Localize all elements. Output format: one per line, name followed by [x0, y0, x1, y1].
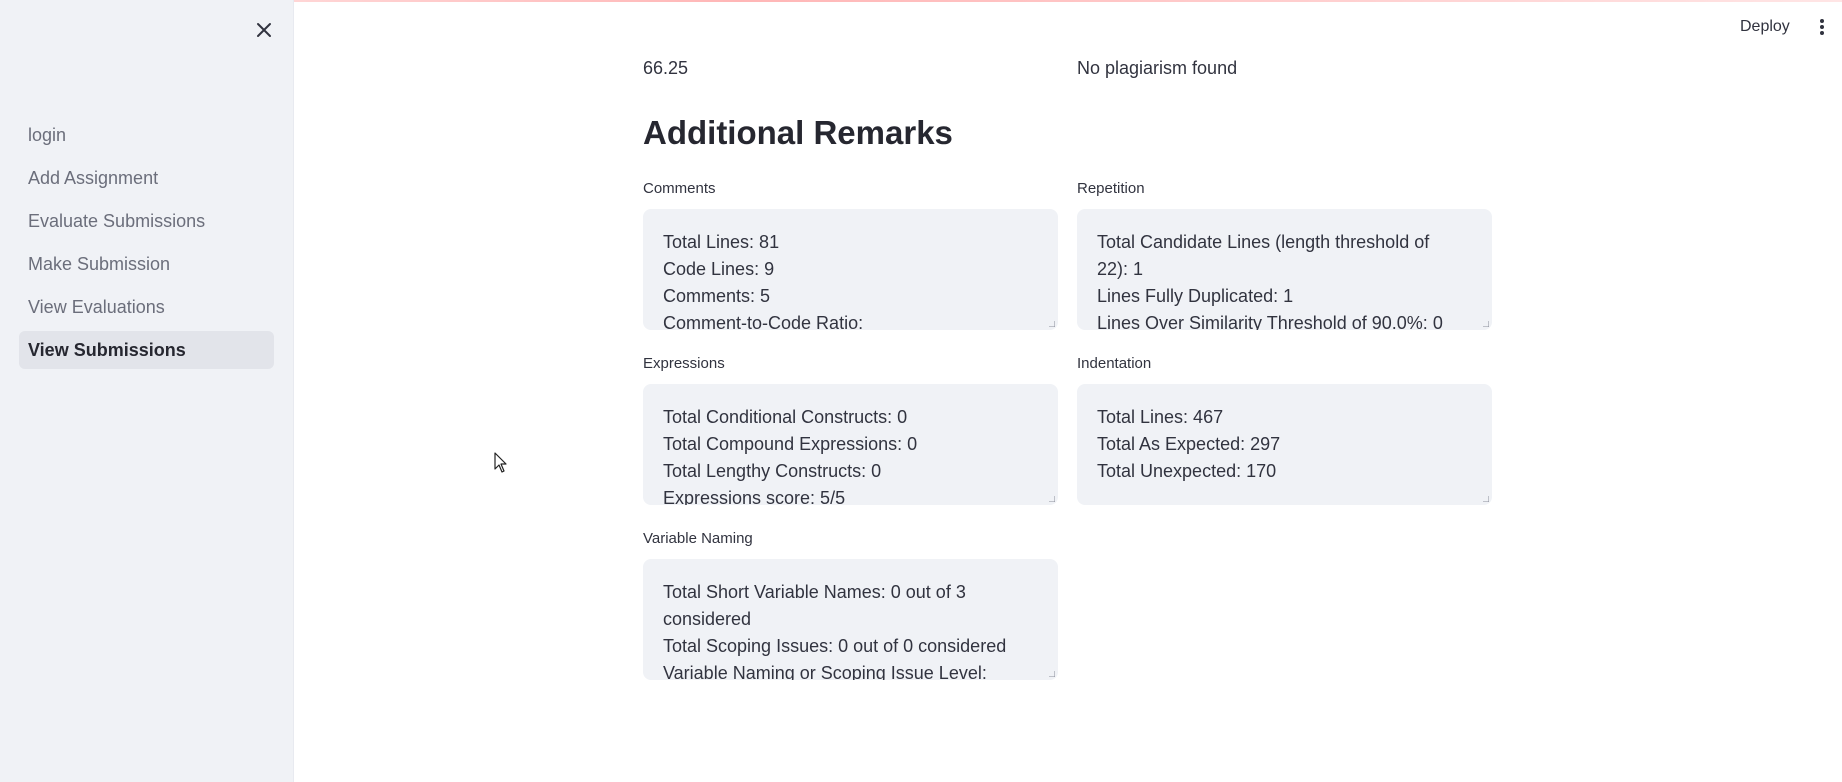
sidebar-item-add-assignment[interactable]: Add Assignment — [19, 159, 274, 197]
sidebar: login Add Assignment Evaluate Submission… — [0, 0, 294, 782]
repetition-field: Repetition Total Candidate Lines (length… — [1077, 178, 1492, 330]
plagiarism-value: No plagiarism found — [1077, 58, 1238, 78]
textarea-line: Comments: 5 — [663, 286, 771, 306]
textarea-line: Expressions score: 5/5 — [663, 488, 846, 505]
textarea-line: Lines Over Similarity Threshold of 90.0%… — [1097, 313, 1443, 330]
textarea-line: Total Lines: 81 — [663, 232, 780, 252]
sidebar-item-view-submissions[interactable]: View Submissions — [19, 331, 274, 369]
textarea-line: Variable Naming or Scoping Issue Level: — [663, 663, 987, 680]
indentation-textarea[interactable]: Total Lines: 467 Total As Expected: 297 … — [1077, 384, 1492, 505]
variable-naming-field: Variable Naming Total Short Variable Nam… — [643, 528, 1058, 680]
textarea-line: Total Candidate Lines (length threshold … — [1097, 232, 1430, 252]
comments-label: Comments — [643, 180, 716, 197]
resize-grip-icon[interactable] — [1049, 321, 1055, 327]
main-menu-button[interactable] — [1808, 12, 1836, 42]
deploy-button[interactable]: Deploy — [1728, 12, 1802, 42]
textarea-line: Comment-to-Code Ratio: — [663, 313, 864, 330]
indentation-field: Indentation Total Lines: 467 Total As Ex… — [1077, 353, 1492, 505]
sidebar-item-make-submission[interactable]: Make Submission — [19, 245, 274, 283]
textarea-line: Total Scoping Issues: 0 out of 0 conside… — [663, 636, 1007, 656]
kebab-menu-icon — [1820, 19, 1824, 35]
textarea-line: Lines Fully Duplicated: 1 — [1097, 286, 1294, 306]
textarea-line: Total Unexpected: 170 — [1097, 461, 1277, 481]
textarea-line: Total Lines: 467 — [1097, 407, 1224, 427]
sidebar-item-evaluate-submissions[interactable]: Evaluate Submissions — [19, 202, 274, 240]
mouse-pointer-icon — [494, 452, 507, 473]
textarea-line: Total Conditional Constructs: 0 — [663, 407, 908, 427]
expressions-label: Expressions — [643, 355, 725, 372]
comments-field: Comments Total Lines: 81 Code Lines: 9 C… — [643, 178, 1058, 330]
resize-grip-icon[interactable] — [1483, 321, 1489, 327]
expressions-textarea[interactable]: Total Conditional Constructs: 0 Total Co… — [643, 384, 1058, 505]
close-icon — [257, 23, 271, 37]
repetition-textarea[interactable]: Total Candidate Lines (length threshold … — [1077, 209, 1492, 330]
sidebar-item-view-evaluations[interactable]: View Evaluations — [19, 288, 274, 326]
section-title: Additional Remarks — [643, 114, 953, 151]
close-sidebar-button[interactable] — [250, 16, 278, 44]
textarea-line: 22): 1 — [1097, 259, 1144, 279]
comments-textarea[interactable]: Total Lines: 81 Code Lines: 9 Comments: … — [643, 209, 1058, 330]
variable-naming-textarea[interactable]: Total Short Variable Names: 0 out of 3 c… — [643, 559, 1058, 680]
textarea-line: Total Compound Expressions: 0 — [663, 434, 918, 454]
indentation-label: Indentation — [1077, 355, 1152, 372]
variable-naming-label: Variable Naming — [643, 530, 753, 547]
textarea-line: Total Lengthy Constructs: 0 — [663, 461, 882, 481]
resize-grip-icon[interactable] — [1483, 496, 1489, 502]
textarea-line: Code Lines: 9 — [663, 259, 775, 279]
expressions-field: Expressions Total Conditional Constructs… — [643, 353, 1058, 505]
repetition-label: Repetition — [1077, 180, 1145, 197]
sidebar-nav: login Add Assignment Evaluate Submission… — [19, 116, 274, 374]
sidebar-item-login[interactable]: login — [19, 116, 274, 154]
score-value: 66.25 — [643, 58, 689, 78]
textarea-line: Total As Expected: 297 — [1097, 434, 1281, 454]
textarea-line: considered — [663, 609, 752, 629]
textarea-line: Total Short Variable Names: 0 out of 3 — [663, 582, 966, 602]
resize-grip-icon[interactable] — [1049, 496, 1055, 502]
resize-grip-icon[interactable] — [1049, 671, 1055, 677]
